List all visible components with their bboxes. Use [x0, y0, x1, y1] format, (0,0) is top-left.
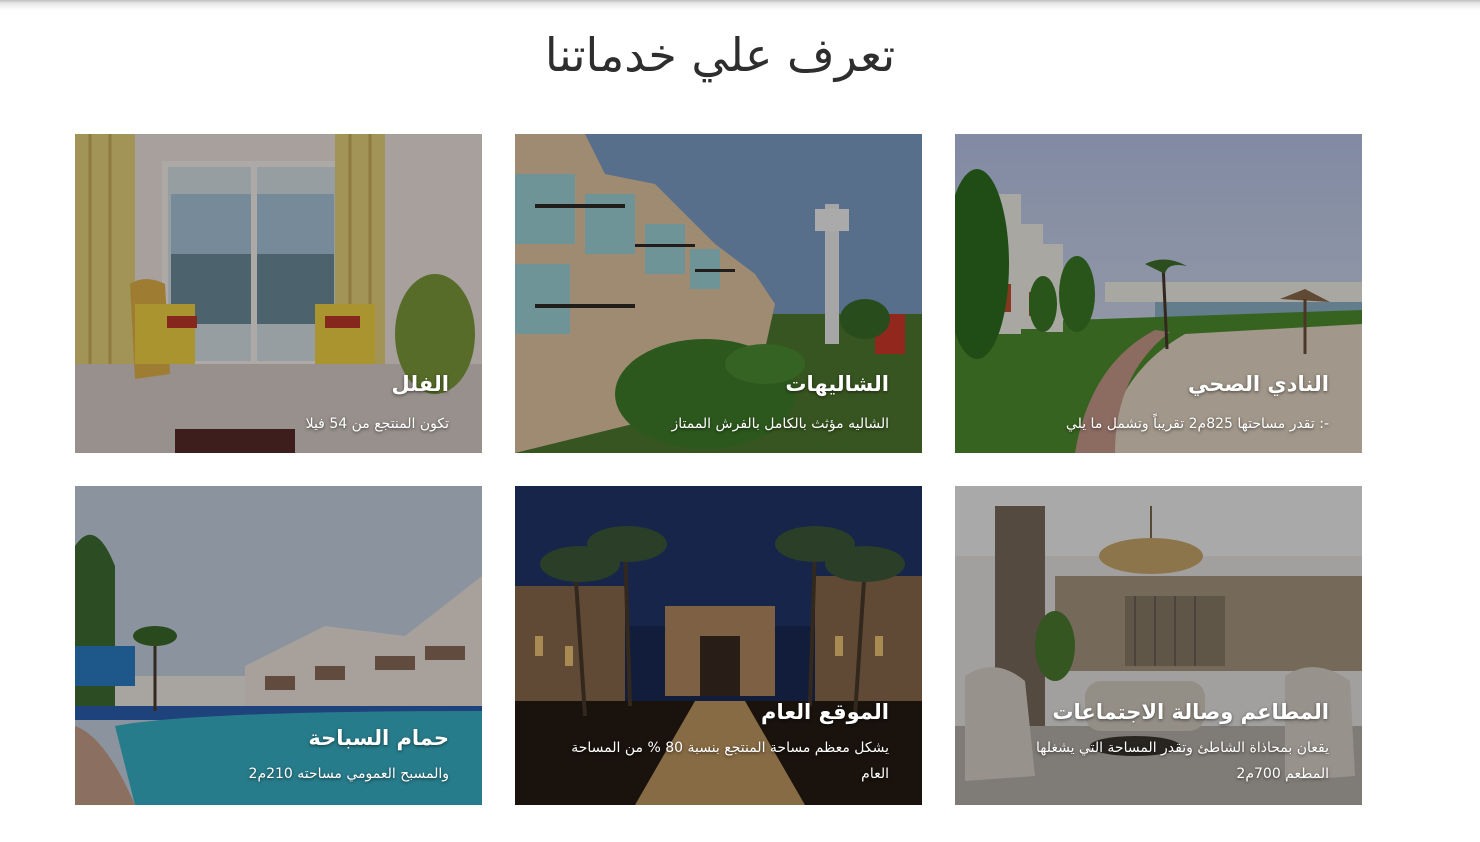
service-title: الموقع العام: [761, 700, 889, 724]
service-description: والمسبح العمومي مساحته 210م2: [248, 766, 449, 782]
service-card-villas[interactable]: الفلل تكون المنتجع من 54 فيلا: [75, 134, 482, 453]
service-description: -: تقدر مساحتها 825م2 تقريباً وتشمل ما ي…: [1065, 416, 1329, 432]
card-overlay: [955, 134, 1362, 453]
service-card-chalets[interactable]: الشاليهات الشاليه مؤثث بالكامل بالفرش ال…: [515, 134, 922, 453]
service-description: الشاليه مؤثث بالكامل بالفرش الممتاز: [671, 416, 889, 432]
service-card-general-site[interactable]: الموقع العام يشكل معظم مساحة المنتجع بنس…: [515, 486, 922, 805]
service-title: حمام السباحة: [308, 726, 449, 750]
service-title: النادي الصحي: [1187, 372, 1329, 396]
service-title: الشاليهات: [785, 372, 889, 396]
service-title: الفلل: [391, 372, 449, 396]
service-card-swimming-pool[interactable]: حمام السباحة والمسبح العمومي مساحته 210م…: [75, 486, 482, 805]
card-overlay: [515, 134, 922, 453]
card-overlay: [75, 486, 482, 805]
service-description: يقعان بمحاذاة الشاطئ وتقدر المساحة التي …: [1035, 740, 1329, 782]
service-title: المطاعم وصالة الاجتماعات: [1052, 700, 1329, 724]
service-description: يشكل معظم مساحة المنتجع بنسبة 80 % من ال…: [571, 740, 889, 782]
card-overlay: [75, 134, 482, 453]
header-shadow: [0, 0, 1480, 10]
service-description: تكون المنتجع من 54 فيلا: [305, 416, 449, 432]
section-title: تعرف علي خدماتنا: [544, 28, 896, 82]
service-card-restaurants[interactable]: المطاعم وصالة الاجتماعات يقعان بمحاذاة ا…: [955, 486, 1362, 805]
service-card-health-club[interactable]: النادي الصحي -: تقدر مساحتها 825م2 تقريب…: [955, 134, 1362, 453]
